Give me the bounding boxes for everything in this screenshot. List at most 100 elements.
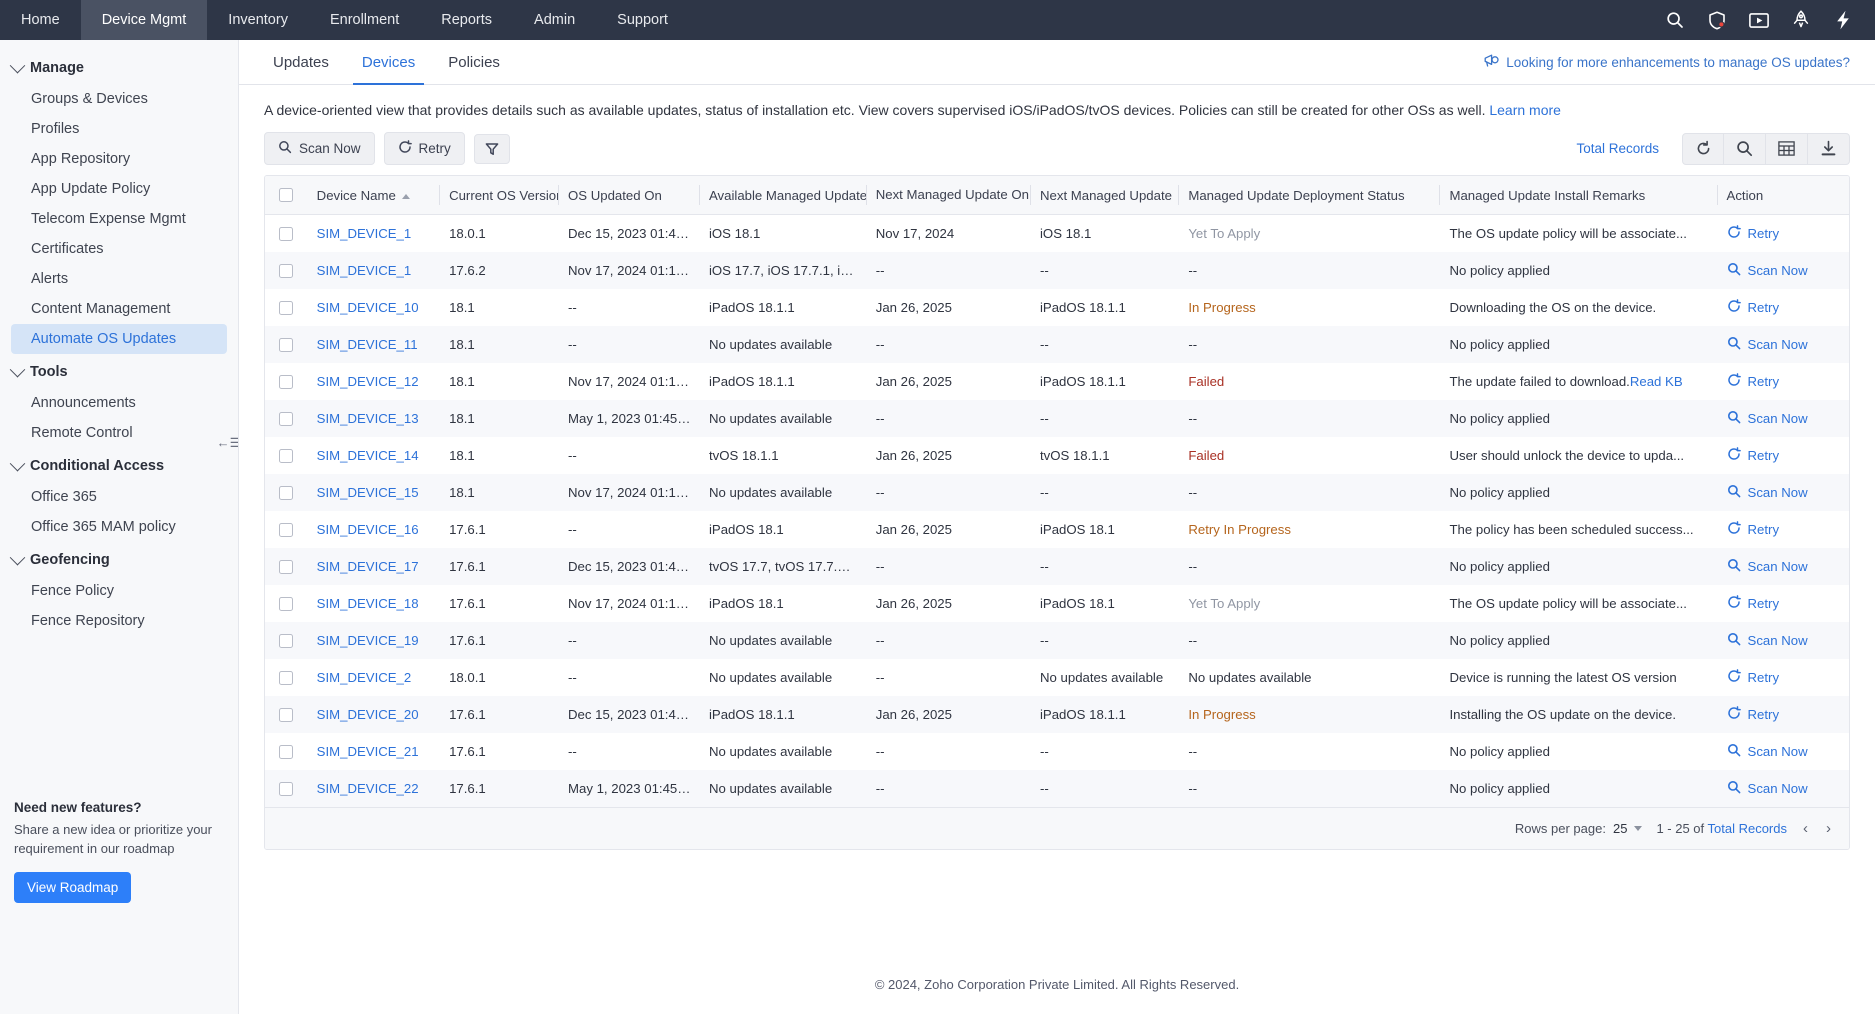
row-checkbox[interactable] — [279, 300, 293, 315]
sidebar-item-telecom-expense-mgmt[interactable]: Telecom Expense Mgmt — [11, 204, 227, 234]
action-scan-now-button[interactable]: Scan Now — [1727, 262, 1841, 279]
top-nav-item-support[interactable]: Support — [596, 0, 689, 40]
device-name-link[interactable]: SIM_DEVICE_14 — [317, 448, 419, 463]
device-name-link[interactable]: SIM_DEVICE_13 — [317, 411, 419, 426]
sidebar-item-groups-devices[interactable]: Groups & Devices — [11, 84, 227, 114]
device-name-link[interactable]: SIM_DEVICE_22 — [317, 781, 419, 796]
row-checkbox[interactable] — [279, 226, 293, 241]
read-kb-link[interactable]: Read KB — [1630, 374, 1683, 389]
row-checkbox[interactable] — [279, 596, 293, 611]
sidebar-item-app-repository[interactable]: App Repository — [11, 144, 227, 174]
action-scan-now-button[interactable]: Scan Now — [1727, 410, 1841, 427]
table-row[interactable]: SIM_DEVICE_2 18.0.1 -- No updates available… — [265, 659, 1849, 697]
sidebar-item-certificates[interactable]: Certificates — [11, 234, 227, 264]
action-retry-button[interactable]: Retry — [1727, 299, 1841, 316]
sidebar-group-tools[interactable]: Tools — [0, 354, 238, 388]
sidebar-item-automate-os-updates[interactable]: Automate OS Updates — [11, 324, 227, 354]
device-name-link[interactable]: SIM_DEVICE_2 — [317, 670, 412, 685]
table-row[interactable]: SIM_DEVICE_18 17.6.1 Nov 17, 2024 01:17 ..… — [265, 585, 1849, 623]
sidebar-item-office-365[interactable]: Office 365 — [11, 482, 227, 512]
select-all-checkbox[interactable] — [279, 188, 293, 203]
top-nav-item-reports[interactable]: Reports — [420, 0, 513, 40]
row-checkbox[interactable] — [279, 337, 293, 352]
table-row[interactable]: SIM_DEVICE_12 18.1 Nov 17, 2024 01:17 ... i… — [265, 363, 1849, 401]
device-name-link[interactable]: SIM_DEVICE_1 — [317, 263, 412, 278]
learn-more-link[interactable]: Learn more — [1489, 102, 1561, 118]
refresh-icon[interactable] — [1682, 132, 1724, 165]
sidebar-item-fence-repository[interactable]: Fence Repository — [11, 606, 227, 636]
row-checkbox[interactable] — [279, 559, 293, 574]
device-name-link[interactable]: SIM_DEVICE_15 — [317, 485, 419, 500]
device-name-link[interactable]: SIM_DEVICE_11 — [317, 337, 418, 352]
previous-page-icon[interactable]: ‹ — [1801, 820, 1810, 837]
action-retry-button[interactable]: Retry — [1727, 225, 1841, 242]
device-name-link[interactable]: SIM_DEVICE_19 — [317, 633, 419, 648]
search-icon[interactable] — [1665, 10, 1685, 30]
chevron-down-icon[interactable] — [1634, 826, 1643, 832]
device-name-link[interactable]: SIM_DEVICE_21 — [317, 744, 419, 759]
action-scan-now-button[interactable]: Scan Now — [1727, 336, 1841, 353]
sidebar-item-announcements[interactable]: Announcements — [11, 388, 227, 418]
column-header-next-managed-update-on[interactable]: Next Managed Update On? — [865, 176, 1030, 216]
action-retry-button[interactable]: Retry — [1727, 373, 1841, 390]
top-nav-item-inventory[interactable]: Inventory — [207, 0, 309, 40]
sidebar-item-remote-control[interactable]: Remote Control — [11, 418, 227, 448]
table-row[interactable]: SIM_DEVICE_19 17.6.1 -- No updates availabl… — [265, 622, 1849, 660]
top-nav-item-device-mgmt[interactable]: Device Mgmt — [80, 0, 208, 40]
device-name-link[interactable]: SIM_DEVICE_12 — [317, 374, 419, 389]
table-row[interactable]: SIM_DEVICE_10 18.1 -- iPadOS 18.1.1 Jan 26, … — [265, 289, 1849, 327]
device-name-link[interactable]: SIM_DEVICE_10 — [317, 300, 419, 315]
sidebar-group-conditional-access[interactable]: Conditional Access — [0, 448, 238, 482]
sidebar-group-geofencing[interactable]: Geofencing — [0, 542, 238, 576]
rows-per-page-value[interactable]: 25 — [1613, 821, 1627, 836]
row-checkbox[interactable] — [279, 707, 293, 722]
action-scan-now-button[interactable]: Scan Now — [1727, 632, 1841, 649]
top-nav-item-enrollment[interactable]: Enrollment — [309, 0, 420, 40]
action-scan-now-button[interactable]: Scan Now — [1727, 558, 1841, 575]
row-checkbox[interactable] — [279, 263, 293, 278]
action-retry-button[interactable]: Retry — [1727, 669, 1841, 686]
row-checkbox[interactable] — [279, 411, 293, 426]
row-checkbox[interactable] — [279, 522, 293, 537]
table-row[interactable]: SIM_DEVICE_20 17.6.1 Dec 15, 2023 01:45 ..… — [265, 696, 1849, 734]
table-row[interactable]: SIM_DEVICE_14 18.1 -- tvOS 18.1.1 Jan 26, 20… — [265, 437, 1849, 475]
sidebar-collapse-icon[interactable]: ←☰ — [217, 432, 238, 454]
table-row[interactable]: SIM_DEVICE_13 18.1 May 1, 2023 01:45 ... No… — [265, 400, 1849, 438]
row-checkbox[interactable] — [279, 485, 293, 500]
sidebar-item-alerts[interactable]: Alerts — [11, 264, 227, 294]
filter-icon[interactable] — [473, 133, 510, 164]
column-header-current-os-version[interactable]: Current OS Version — [439, 176, 558, 216]
top-nav-item-home[interactable]: Home — [0, 0, 81, 40]
rocket-icon[interactable] — [1791, 10, 1811, 30]
device-name-link[interactable]: SIM_DEVICE_1 — [317, 226, 412, 241]
table-row[interactable]: SIM_DEVICE_11 18.1 -- No updates available -… — [265, 326, 1849, 364]
action-retry-button[interactable]: Retry — [1727, 706, 1841, 723]
download-icon[interactable] — [1808, 132, 1850, 165]
action-scan-now-button[interactable]: Scan Now — [1727, 780, 1841, 797]
column-header-device-name[interactable]: Device Name — [306, 176, 440, 216]
table-row[interactable]: SIM_DEVICE_21 17.6.1 -- No updates availabl… — [265, 733, 1849, 771]
column-header-deployment-status[interactable]: Managed Update Deployment Status — [1178, 176, 1440, 216]
row-checkbox[interactable] — [279, 744, 293, 759]
retry-button[interactable]: Retry — [383, 132, 465, 166]
column-header-available-managed-updates[interactable]: Available Managed Updates — [698, 176, 866, 216]
action-scan-now-button[interactable]: Scan Now — [1727, 743, 1841, 760]
table-row[interactable]: SIM_DEVICE_15 18.1 Nov 17, 2024 01:17 ... N… — [265, 474, 1849, 512]
sidebar-item-profiles[interactable]: Profiles — [11, 114, 227, 144]
row-checkbox[interactable] — [279, 781, 293, 796]
view-roadmap-button[interactable]: View Roadmap — [14, 871, 132, 903]
action-retry-button[interactable]: Retry — [1727, 447, 1841, 464]
sidebar-group-manage[interactable]: Manage — [0, 50, 238, 84]
next-page-icon[interactable]: › — [1824, 820, 1833, 837]
table-row[interactable]: SIM_DEVICE_1 18.0.1 Dec 15, 2023 01:45 ...… — [265, 214, 1849, 253]
enhancements-link[interactable]: Looking for more enhancements to manage … — [1483, 53, 1850, 71]
table-row[interactable]: SIM_DEVICE_1 17.6.2 Nov 17, 2024 01:17 ...… — [265, 252, 1849, 290]
row-checkbox[interactable] — [279, 670, 293, 685]
table-row[interactable]: SIM_DEVICE_17 17.6.1 Dec 15, 2023 01:45 ..… — [265, 548, 1849, 586]
device-name-link[interactable]: SIM_DEVICE_17 — [317, 559, 419, 574]
device-name-link[interactable]: SIM_DEVICE_18 — [317, 596, 419, 611]
device-name-link[interactable]: SIM_DEVICE_16 — [317, 522, 419, 537]
action-retry-button[interactable]: Retry — [1727, 521, 1841, 538]
tab-updates[interactable]: Updates — [264, 41, 338, 85]
scan-now-button[interactable]: Scan Now — [264, 132, 375, 166]
